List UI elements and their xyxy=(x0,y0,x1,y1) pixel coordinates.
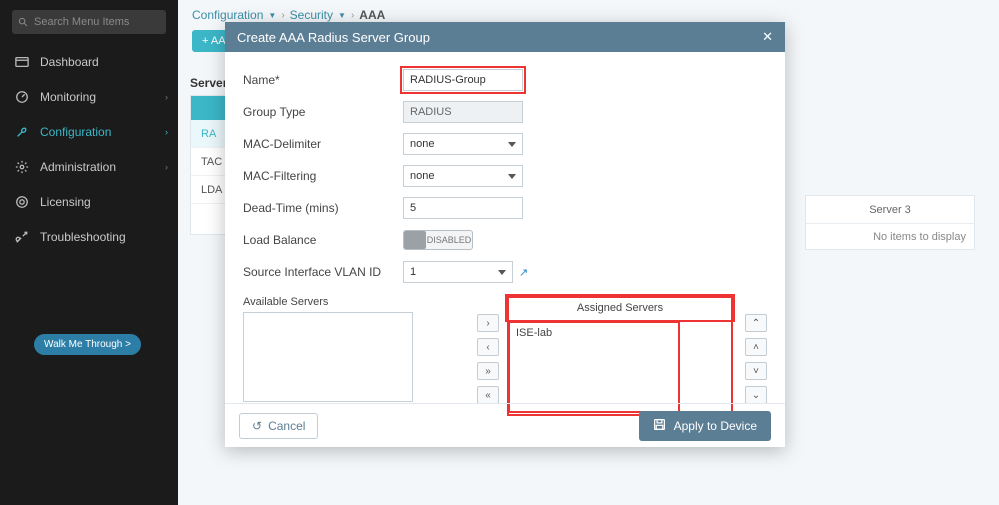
mac-filtering-select[interactable]: none xyxy=(403,165,523,187)
move-all-right-button[interactable]: » xyxy=(477,362,499,380)
name-label: Name* xyxy=(243,73,403,87)
move-right-button[interactable]: › xyxy=(477,314,499,332)
toggle-text: DISABLED xyxy=(426,235,472,245)
load-balance-label: Load Balance xyxy=(243,233,403,247)
order-up-button[interactable]: ˄ xyxy=(745,338,767,356)
list-item[interactable]: ISE-lab xyxy=(516,327,672,339)
external-link-icon[interactable]: ↗ xyxy=(519,266,528,279)
apply-label: Apply to Device xyxy=(674,419,757,433)
load-balance-toggle[interactable]: DISABLED xyxy=(403,230,473,250)
create-radius-group-modal: Create AAA Radius Server Group ✕ Name* R… xyxy=(225,22,785,447)
modal-title: Create AAA Radius Server Group xyxy=(237,30,430,45)
cancel-label: Cancel xyxy=(268,419,305,433)
dead-time-label: Dead-Time (mins) xyxy=(243,201,403,215)
order-bottom-button[interactable]: ⌄ xyxy=(745,386,767,404)
group-type-label: Group Type xyxy=(243,105,403,119)
dead-time-input[interactable]: 5 xyxy=(403,197,523,219)
move-all-left-button[interactable]: « xyxy=(477,386,499,404)
modal-body: Name* RADIUS-Group Group Type RADIUS MAC… xyxy=(225,52,785,420)
apply-button[interactable]: Apply to Device xyxy=(639,411,771,441)
save-icon xyxy=(653,418,666,434)
group-type-field: RADIUS xyxy=(403,101,523,123)
cancel-button[interactable]: ↺ Cancel xyxy=(239,413,318,439)
mac-delimiter-label: MAC-Delimiter xyxy=(243,137,403,151)
assigned-servers-caption: Assigned Servers xyxy=(509,298,731,318)
modal-header: Create AAA Radius Server Group ✕ xyxy=(225,22,785,52)
toggle-knob xyxy=(404,231,426,249)
available-servers-column: Available Servers xyxy=(243,296,469,402)
order-top-button[interactable]: ⌃ xyxy=(745,314,767,332)
source-vlan-label: Source Interface VLAN ID xyxy=(243,265,403,279)
name-input[interactable]: RADIUS-Group xyxy=(403,69,523,91)
modal-overlay: Create AAA Radius Server Group ✕ Name* R… xyxy=(0,0,999,505)
move-buttons-column: › ‹ » « xyxy=(477,314,499,404)
move-left-button[interactable]: ‹ xyxy=(477,338,499,356)
assigned-servers-listbox[interactable]: ISE-lab xyxy=(509,322,679,412)
mac-filtering-label: MAC-Filtering xyxy=(243,169,403,183)
modal-footer: ↺ Cancel Apply to Device xyxy=(225,403,785,447)
available-servers-caption: Available Servers xyxy=(243,296,469,308)
order-buttons-column: ⌃ ˄ ˅ ⌄ xyxy=(745,314,767,404)
available-servers-listbox[interactable] xyxy=(243,312,413,402)
source-vlan-select[interactable]: 1 xyxy=(403,261,513,283)
mac-delimiter-select[interactable]: none xyxy=(403,133,523,155)
undo-icon: ↺ xyxy=(252,419,262,433)
assigned-servers-column: Assigned Servers ISE-lab xyxy=(507,296,733,416)
close-icon[interactable]: ✕ xyxy=(762,29,773,45)
order-down-button[interactable]: ˅ xyxy=(745,362,767,380)
